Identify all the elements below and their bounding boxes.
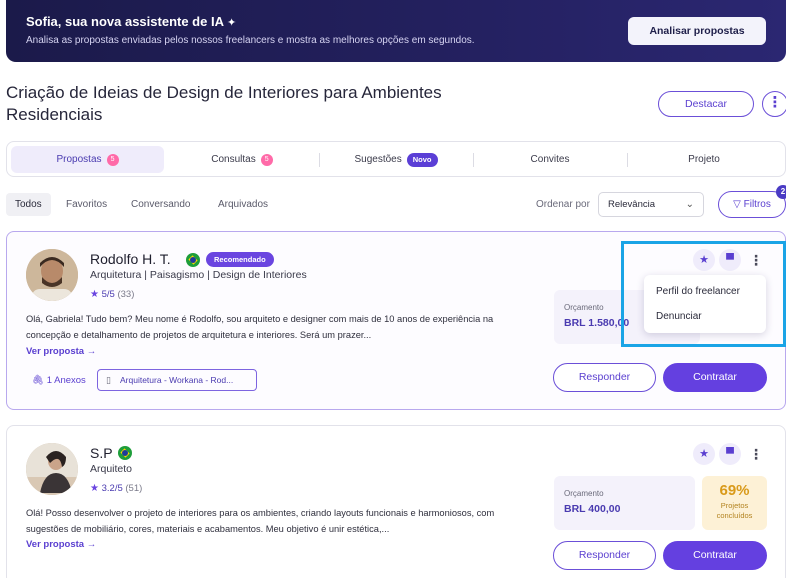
brazil-flag-icon bbox=[186, 253, 200, 267]
budget-value: BRL 1.580,00 bbox=[564, 317, 630, 329]
card-more-icon[interactable]: ⋮ bbox=[749, 443, 763, 465]
respond-button[interactable]: Responder bbox=[553, 541, 656, 570]
proposal-description: Olá, Gabriela! Tudo bem? Meu nome é Rodo… bbox=[26, 314, 494, 340]
freelancer-role: Arquitetura | Paisagismo | Design de Int… bbox=[90, 269, 307, 281]
budget-label: Orçamento bbox=[564, 489, 604, 498]
attachments-count[interactable]: 🖇 1 Anexos bbox=[32, 375, 86, 386]
hire-button[interactable]: Contratar bbox=[663, 541, 767, 570]
star-icon: ★ bbox=[90, 483, 99, 494]
filter-arquivados[interactable]: Arquivados bbox=[209, 193, 277, 216]
archive-icon[interactable]: ▀ bbox=[719, 443, 741, 465]
completed-projects-box: 69% Projetos concluídos bbox=[702, 476, 767, 530]
ai-banner: Sofia, sua nova assistente de IA ✦ Analis… bbox=[6, 0, 786, 62]
tab-projeto[interactable]: Projeto bbox=[629, 146, 779, 173]
paperclip-icon: 🖇 bbox=[32, 375, 45, 386]
proposal-description: Olá! Posso desenvolver o projeto de inte… bbox=[26, 508, 495, 534]
filter-favoritos[interactable]: Favoritos bbox=[57, 193, 116, 216]
order-select[interactable]: Relevância ⌄ bbox=[598, 192, 704, 217]
budget-value: BRL 400,00 bbox=[564, 503, 621, 515]
new-badge: Novo bbox=[406, 152, 438, 167]
freelancer-name[interactable]: Rodolfo H. T. bbox=[90, 251, 171, 267]
filters-count-badge: 2 bbox=[776, 185, 786, 199]
star-icon: ★ bbox=[90, 289, 99, 300]
freelancer-role: Arquiteto bbox=[90, 463, 133, 475]
avatar[interactable] bbox=[26, 249, 78, 301]
tab-divider bbox=[473, 153, 474, 167]
budget-box: Orçamento BRL 400,00 bbox=[554, 476, 695, 530]
tabs-bar: Propostas 5 Consultas 5 Sugestões Novo C… bbox=[6, 141, 786, 177]
filter-todos[interactable]: Todos bbox=[6, 193, 51, 216]
tab-divider bbox=[319, 153, 320, 167]
budget-label: Orçamento bbox=[564, 303, 604, 312]
analyze-proposals-button[interactable]: Analisar propostas bbox=[628, 17, 766, 45]
attachment-file[interactable]: ▯ Arquitetura - Workana - Rod... bbox=[97, 369, 257, 391]
brazil-flag-icon bbox=[118, 446, 132, 460]
view-proposal-link[interactable]: Ver proposta → bbox=[26, 346, 96, 357]
highlight-annotation bbox=[621, 241, 786, 347]
funnel-icon: ▽ bbox=[733, 199, 741, 210]
order-label: Ordenar por bbox=[536, 199, 590, 210]
completed-projects-label: Projetos concluídos bbox=[716, 501, 753, 520]
avatar[interactable] bbox=[26, 443, 78, 495]
chevron-down-icon: ⌄ bbox=[685, 199, 694, 210]
document-icon: ▯ bbox=[106, 375, 111, 385]
tab-convites[interactable]: Convites bbox=[475, 146, 625, 173]
freelancer-name[interactable]: S.P bbox=[90, 445, 113, 461]
favorite-star-icon[interactable]: ★ bbox=[693, 443, 715, 465]
rating: ★ 3.2/5 (51) bbox=[90, 483, 143, 494]
more-options-icon[interactable]: ⋮ bbox=[762, 91, 786, 117]
count-badge: 5 bbox=[106, 153, 119, 166]
tab-divider bbox=[627, 153, 628, 167]
tab-propostas[interactable]: Propostas 5 bbox=[11, 146, 164, 173]
respond-button[interactable]: Responder bbox=[553, 363, 656, 392]
banner-subtitle: Analisa as propostas enviadas pelos noss… bbox=[26, 35, 475, 46]
count-badge: 5 bbox=[260, 153, 273, 166]
page-title: Criação de Ideias de Design de Interiore… bbox=[6, 83, 442, 124]
proposal-card: S.P Arquiteto ★ 3.2/5 (51) Olá! Posso de… bbox=[6, 425, 786, 578]
highlight-button[interactable]: Destacar bbox=[658, 91, 754, 117]
recommended-badge: Recomendado bbox=[206, 252, 274, 267]
rating: ★ 5/5 (33) bbox=[90, 289, 135, 300]
completed-projects-percent: 69% bbox=[719, 482, 750, 499]
hire-button[interactable]: Contratar bbox=[663, 363, 767, 392]
sparkle-icon: ✦ bbox=[226, 17, 237, 29]
tab-sugestoes[interactable]: Sugestões Novo bbox=[321, 146, 471, 173]
view-proposal-link[interactable]: Ver proposta → bbox=[26, 539, 96, 550]
filter-conversando[interactable]: Conversando bbox=[122, 193, 199, 216]
banner-title: Sofia, sua nova assistente de IA ✦ bbox=[26, 14, 237, 29]
tab-consultas[interactable]: Consultas 5 bbox=[167, 146, 317, 173]
